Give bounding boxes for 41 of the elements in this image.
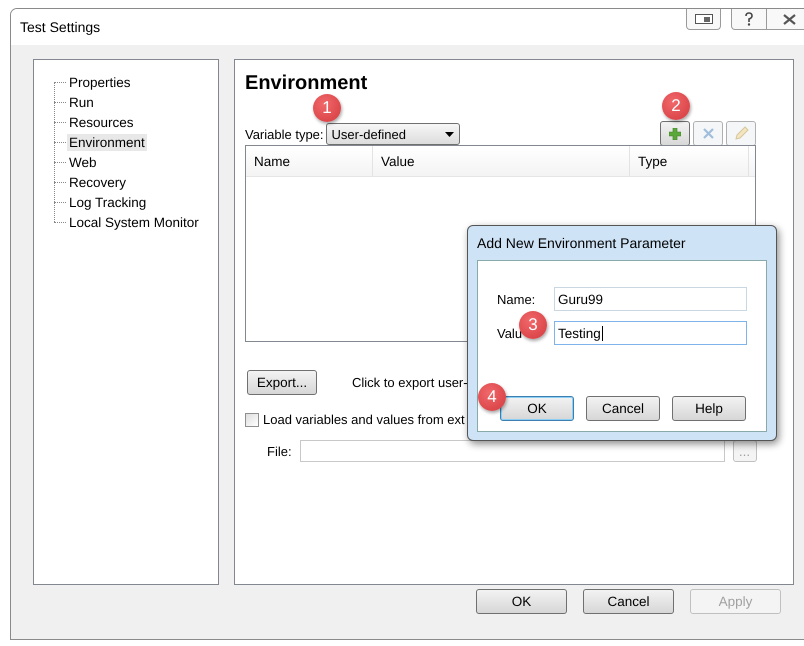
close-button[interactable] — [767, 9, 804, 30]
section-heading: Environment — [245, 72, 368, 96]
dialog-button[interactable]: OK — [476, 589, 567, 614]
file-field[interactable] — [300, 440, 725, 462]
export-button[interactable]: Export... — [247, 370, 317, 395]
dropdown-arrow-icon — [444, 132, 454, 136]
close-icon — [702, 128, 714, 139]
column-header[interactable]: Type — [630, 146, 749, 176]
tree-item[interactable]: Environment — [67, 134, 147, 150]
tree-item[interactable]: Log Tracking — [67, 194, 148, 210]
column-header[interactable]: Value — [373, 146, 630, 176]
add-button[interactable] — [660, 121, 690, 146]
export-hint: Click to export user- — [352, 375, 468, 390]
window-title: Test Settings — [20, 19, 102, 35]
tree-item[interactable]: Properties — [67, 74, 133, 90]
dialog-button[interactable]: OK — [500, 396, 574, 421]
field-label: Name: — [497, 292, 536, 306]
text-field[interactable]: Testing — [554, 321, 747, 345]
help-icon — [744, 12, 754, 26]
column-header[interactable]: Name — [246, 146, 373, 176]
dialog-button[interactable]: Help — [672, 396, 746, 421]
variable-type-dropdown[interactable]: User-defined — [326, 123, 460, 145]
tree-item[interactable]: Resources — [67, 114, 136, 130]
field-label: File: — [267, 444, 292, 458]
plus-icon — [669, 128, 681, 140]
text-field[interactable]: Guru99 — [554, 287, 747, 311]
tree-item[interactable]: Local System Monitor — [67, 214, 201, 230]
checkbox-label: Load variables and values from ext — [263, 412, 465, 427]
dialog-title: Add New Environment Parameter — [477, 234, 687, 253]
checkbox[interactable] — [245, 412, 259, 426]
field-label: Variable type: — [245, 127, 324, 142]
snap-button[interactable] — [686, 9, 721, 30]
tree-item[interactable]: Recovery — [67, 174, 128, 190]
pencil-icon — [734, 126, 748, 141]
tree-item[interactable]: Run — [67, 94, 96, 110]
window-icon — [694, 14, 712, 24]
tree-item[interactable]: Web — [67, 154, 99, 170]
close-icon — [783, 14, 796, 24]
dialog-button[interactable]: Cancel — [583, 589, 674, 614]
help-button[interactable] — [731, 9, 767, 30]
dialog-button[interactable]: Cancel — [586, 396, 660, 421]
